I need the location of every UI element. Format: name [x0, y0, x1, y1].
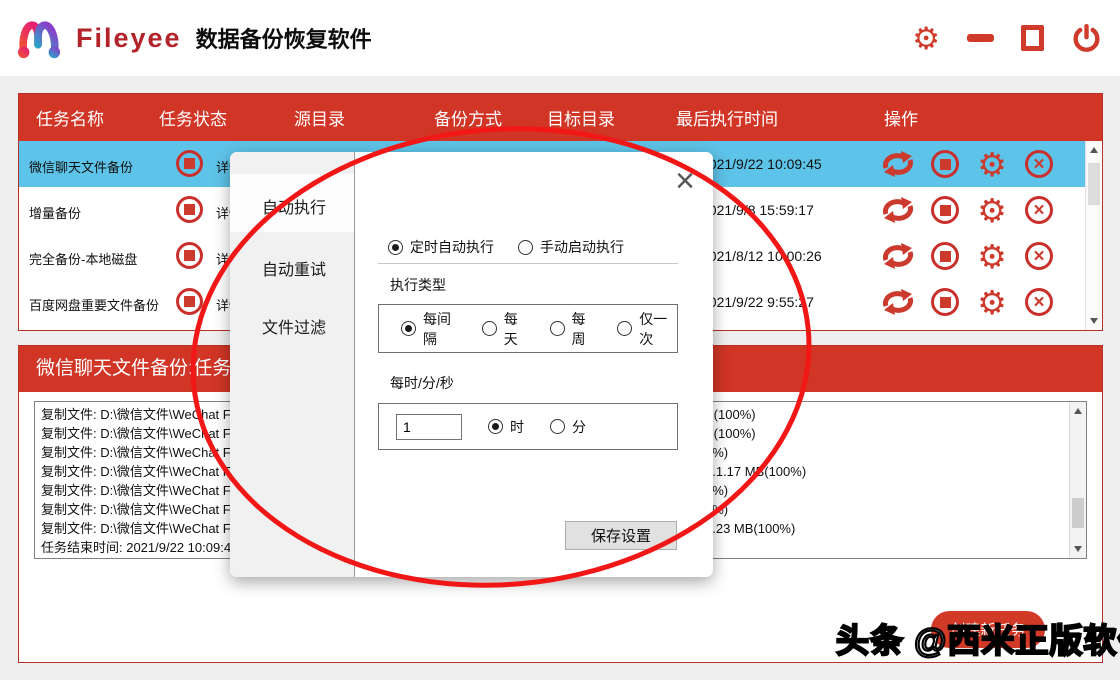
radio-icon[interactable]	[617, 321, 632, 336]
last-run-time: 2021/9/8 15:59:17	[701, 202, 814, 218]
app-title: 数据备份恢复软件	[196, 22, 372, 54]
stop-task-icon[interactable]	[924, 238, 966, 274]
tab-auto-execute[interactable]: 自动执行	[262, 194, 326, 218]
interval-label: 每时/分/秒	[390, 373, 454, 393]
stop-task-icon[interactable]	[924, 284, 966, 320]
col-source-dir: 源目录	[294, 105, 434, 130]
table-header-row: 任务名称 任务状态 源目录 备份方式 目标目录 最后执行时间 操作	[19, 94, 1102, 141]
stop-task-icon[interactable]	[924, 146, 966, 182]
task-settings-modal: 自动执行 自动重试 文件过滤 × 定时自动执行 手动启动执行 执行类型 每间隔 …	[230, 152, 713, 577]
exec-type-label: 执行类型	[390, 275, 446, 295]
radio-icon[interactable]	[550, 321, 565, 336]
radio-every-day[interactable]: 每天	[482, 309, 529, 349]
scrollbar-thumb[interactable]	[1088, 163, 1100, 205]
col-target-dir: 目标目录	[547, 105, 676, 130]
delete-task-icon[interactable]: ×	[1018, 146, 1060, 182]
scroll-down-icon[interactable]	[1090, 318, 1098, 324]
radio-icon[interactable]	[401, 321, 416, 336]
delete-task-icon[interactable]: ×	[1018, 192, 1060, 228]
col-last-run: 最后执行时间	[676, 105, 884, 130]
task-settings-icon[interactable]: ⚙	[971, 238, 1013, 274]
power-close-icon[interactable]	[1071, 23, 1102, 54]
interval-value-input[interactable]	[396, 414, 462, 440]
table-scrollbar[interactable]	[1085, 141, 1102, 330]
radio-unit-minute[interactable]: 分	[550, 417, 586, 437]
task-name: 微信聊天文件备份	[29, 157, 133, 176]
status-stop-icon	[176, 242, 203, 269]
delete-task-icon[interactable]: ×	[1018, 284, 1060, 320]
run-task-icon[interactable]	[877, 146, 919, 182]
radio-icon[interactable]	[550, 419, 565, 434]
maximize-icon[interactable]	[1021, 25, 1044, 51]
radio-icon[interactable]	[482, 321, 497, 336]
divider	[378, 263, 678, 264]
interval-group: 时 分	[378, 403, 678, 450]
run-task-icon[interactable]	[877, 284, 919, 320]
tab-auto-retry[interactable]: 自动重试	[262, 256, 326, 280]
col-task-status: 任务状态	[159, 105, 294, 130]
radio-icon[interactable]	[388, 240, 403, 255]
run-task-icon[interactable]	[877, 192, 919, 228]
status-stop-icon	[176, 150, 203, 177]
brand-name: Fileyee	[76, 23, 182, 54]
stop-task-icon[interactable]	[924, 192, 966, 228]
radio-unit-hour[interactable]: 时	[488, 417, 524, 437]
task-name: 增量备份	[29, 203, 81, 222]
create-new-task-button[interactable]: 创建新任务	[931, 611, 1045, 648]
last-run-time: 2021/9/22 9:55:27	[701, 294, 814, 310]
radio-icon[interactable]	[518, 240, 533, 255]
status-stop-icon	[176, 288, 203, 315]
modal-close-icon[interactable]: ×	[675, 164, 695, 198]
settings-gear-icon[interactable]: ⚙	[912, 23, 940, 54]
last-run-time: 2021/8/12 10:00:26	[701, 248, 822, 264]
modal-sidebar: 自动执行 自动重试 文件过滤	[230, 152, 355, 577]
radio-every-interval[interactable]: 每间隔	[401, 309, 461, 349]
app-header: Fileyee 数据备份恢复软件 ⚙	[0, 0, 1120, 76]
radio-manual-execute[interactable]: 手动启动执行	[518, 237, 624, 257]
task-settings-icon[interactable]: ⚙	[971, 192, 1013, 228]
exec-type-group: 每间隔 每天 每周 仅一次	[378, 304, 678, 353]
delete-task-icon[interactable]: ×	[1018, 238, 1060, 274]
last-run-time: 2021/9/22 10:09:45	[701, 156, 822, 172]
task-name: 百度网盘重要文件备份	[29, 295, 159, 314]
task-settings-icon[interactable]: ⚙	[971, 146, 1013, 182]
fileyee-logo-icon	[16, 13, 62, 63]
col-backup-mode: 备份方式	[434, 105, 547, 130]
task-name: 完全备份-本地磁盘	[29, 249, 137, 268]
scroll-up-icon[interactable]	[1074, 408, 1082, 414]
scrollbar-thumb[interactable]	[1072, 498, 1084, 528]
radio-icon[interactable]	[488, 419, 503, 434]
status-stop-icon	[176, 196, 203, 223]
run-task-icon[interactable]	[877, 238, 919, 274]
radio-every-week[interactable]: 每周	[550, 309, 597, 349]
tab-file-filter[interactable]: 文件过滤	[262, 314, 326, 338]
radio-timed-auto-execute[interactable]: 定时自动执行	[388, 237, 494, 257]
minimize-icon[interactable]	[967, 34, 994, 42]
radio-only-once[interactable]: 仅一次	[617, 309, 677, 349]
save-settings-button[interactable]: 保存设置	[565, 521, 677, 550]
scroll-up-icon[interactable]	[1090, 147, 1098, 153]
scroll-down-icon[interactable]	[1074, 546, 1082, 552]
log-scrollbar[interactable]	[1069, 402, 1086, 558]
task-settings-icon[interactable]: ⚙	[971, 284, 1013, 320]
col-operations: 操作	[884, 105, 1102, 130]
col-task-name: 任务名称	[19, 105, 159, 130]
